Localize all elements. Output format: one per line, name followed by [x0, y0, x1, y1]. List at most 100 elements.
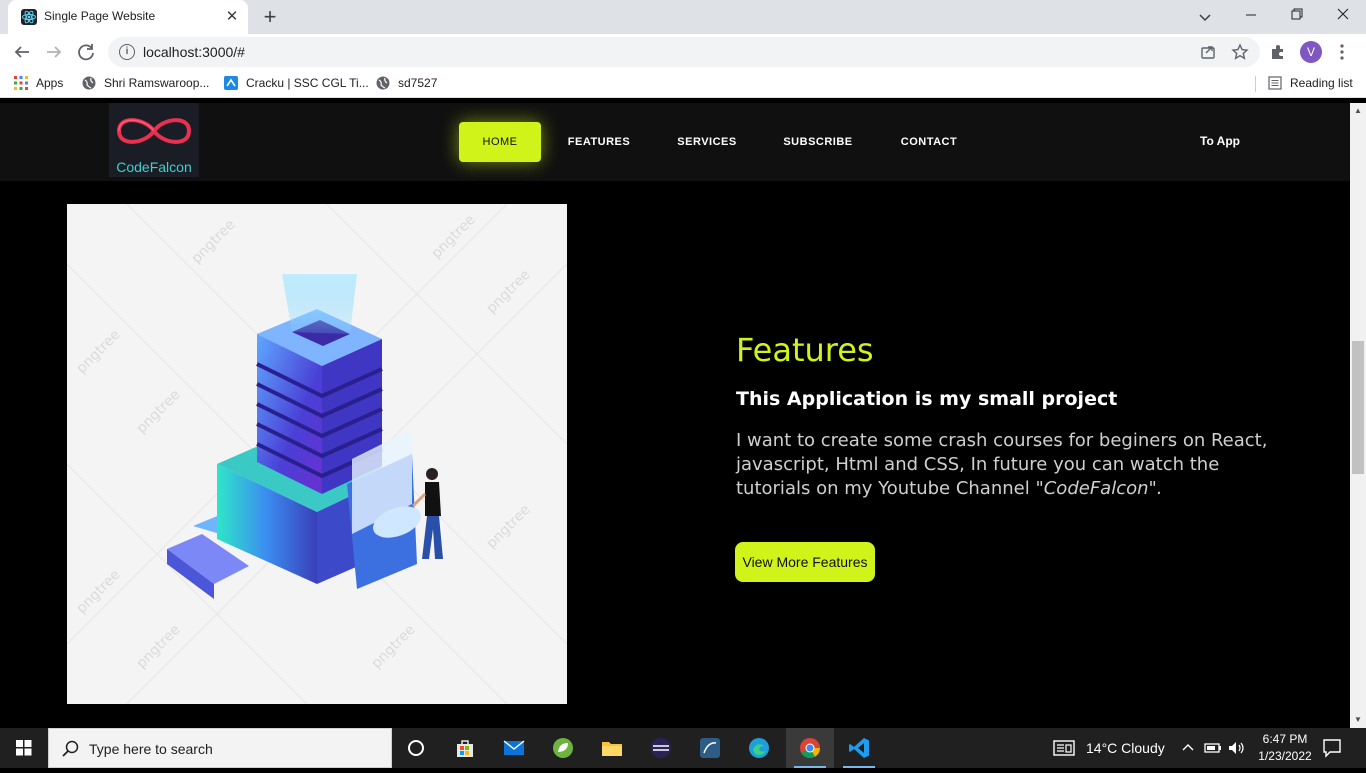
- features-description: I want to create some crash courses for …: [736, 429, 1296, 501]
- globe-icon: [376, 76, 390, 90]
- reading-list-icon: [1268, 76, 1282, 90]
- tab-search-chevron-icon[interactable]: [1195, 7, 1215, 27]
- scroll-down-icon[interactable]: ▼: [1350, 712, 1366, 728]
- cortana-circle-icon: [405, 737, 427, 759]
- cracku-icon: [224, 76, 238, 90]
- bookmark-cracku[interactable]: Cracku | SSC CGL Ti...: [224, 76, 369, 90]
- features-illustration: pngtree pngtree pngtree pngtree pngtree …: [67, 204, 567, 704]
- codefalcon-logo[interactable]: CodeFalcon: [109, 103, 199, 177]
- nav-home[interactable]: HOME: [459, 122, 541, 162]
- infinity-logo-icon: [116, 118, 192, 144]
- bookmark-label: Apps: [36, 76, 64, 90]
- watermark-text: pngtree: [429, 212, 479, 262]
- watermark-text: pngtree: [189, 217, 239, 267]
- weather-icon[interactable]: [1052, 738, 1076, 758]
- taskbar-mail[interactable]: [490, 728, 538, 768]
- scroll-up-icon[interactable]: ▲: [1350, 103, 1366, 119]
- bookmarks-divider: [1255, 76, 1256, 92]
- logo-text: CodeFalcon: [116, 159, 192, 175]
- back-button[interactable]: [8, 38, 36, 66]
- nav-subscribe[interactable]: SUBSCRIBE: [781, 122, 855, 162]
- windows-taskbar: Type here to search 14°C Cloudy 6:47 PM …: [0, 728, 1366, 768]
- taskbar-clock[interactable]: 6:47 PM 1/23/2022: [1255, 731, 1315, 765]
- nav-contact[interactable]: CONTACT: [896, 122, 962, 162]
- nav-services[interactable]: SERVICES: [672, 122, 742, 162]
- browser-tab[interactable]: Single Page Website ✕: [8, 0, 248, 34]
- windows-logo-icon: [16, 740, 32, 756]
- channel-name: "CodeFalcon".: [1035, 478, 1163, 499]
- task-view-button[interactable]: [392, 728, 440, 768]
- tray-chevron-icon[interactable]: [1180, 740, 1196, 756]
- taskbar-eclipse[interactable]: [637, 728, 685, 768]
- taskbar-spring-tools[interactable]: [539, 728, 587, 768]
- battery-icon[interactable]: [1203, 740, 1223, 756]
- notifications-icon[interactable]: [1320, 738, 1344, 758]
- bookmark-star-icon[interactable]: [1230, 42, 1250, 62]
- folder-icon: [601, 737, 623, 759]
- minimize-button[interactable]: [1228, 0, 1274, 32]
- eclipse-icon: [650, 737, 672, 759]
- apps-grid-icon: [14, 76, 28, 90]
- reading-list-label: Reading list: [1290, 76, 1353, 90]
- bookmark-apps[interactable]: Apps: [14, 76, 63, 90]
- chrome-menu-icon[interactable]: [1334, 41, 1350, 63]
- clock-date: 1/23/2022: [1258, 749, 1312, 763]
- store-bag-icon: [454, 737, 476, 759]
- reading-list-button[interactable]: Reading list: [1268, 76, 1353, 90]
- watermark-text: pngtree: [74, 567, 124, 617]
- restore-button[interactable]: [1274, 0, 1320, 32]
- description-text: I want to create some crash courses for …: [736, 430, 1268, 499]
- taskbar-chrome[interactable]: [786, 728, 834, 768]
- watermark-text: pngtree: [484, 267, 534, 317]
- tab-title: Single Page Website: [44, 9, 156, 23]
- page-scrollbar[interactable]: ▲ ▼: [1350, 103, 1366, 728]
- forward-button[interactable]: [40, 38, 68, 66]
- clock-time: 6:47 PM: [1262, 732, 1308, 746]
- taskbar-file-explorer[interactable]: [588, 728, 636, 768]
- search-placeholder: Type here to search: [89, 741, 213, 757]
- scroll-thumb[interactable]: [1352, 341, 1364, 474]
- to-app-link[interactable]: To App: [1200, 134, 1240, 148]
- features-subheading: This Application is my small project: [736, 388, 1118, 410]
- bookmark-label: sd7527: [398, 76, 438, 90]
- nav-features[interactable]: FEATURES: [564, 122, 634, 162]
- bookmark-label: Cracku | SSC CGL Ti...: [246, 76, 369, 90]
- search-icon: [61, 739, 81, 759]
- tab-close-icon[interactable]: ✕: [222, 7, 242, 27]
- taskbar-search-input[interactable]: Type here to search: [48, 728, 392, 768]
- mail-icon: [503, 737, 525, 759]
- bookmark-shri-ramswaroop[interactable]: Shri Ramswaroop...: [82, 76, 209, 90]
- chrome-icon: [799, 737, 821, 759]
- site-info-icon[interactable]: i: [119, 44, 135, 60]
- profile-avatar[interactable]: V: [1300, 41, 1322, 63]
- taskbar-mysql-workbench[interactable]: [686, 728, 734, 768]
- watermark-text: pngtree: [484, 502, 534, 552]
- reload-button[interactable]: [72, 38, 100, 66]
- site-navbar: CodeFalcon HOME FEATURES SERVICES SUBSCR…: [0, 103, 1350, 181]
- url-text[interactable]: localhost:3000/#: [143, 44, 245, 60]
- address-bar[interactable]: i localhost:3000/#: [108, 37, 1260, 67]
- mysql-workbench-icon: [699, 737, 721, 759]
- close-window-button[interactable]: [1320, 0, 1366, 32]
- view-more-features-button[interactable]: View More Features: [735, 542, 875, 582]
- taskbar-edge[interactable]: [735, 728, 783, 768]
- start-button[interactable]: [0, 728, 48, 768]
- edge-icon: [748, 737, 770, 759]
- browser-toolbar: i localhost:3000/# V: [0, 34, 1366, 70]
- volume-icon[interactable]: [1227, 740, 1247, 756]
- web-page: CodeFalcon HOME FEATURES SERVICES SUBSCR…: [0, 103, 1350, 728]
- bookmark-sd7527[interactable]: sd7527: [376, 76, 437, 90]
- new-tab-button[interactable]: +: [258, 5, 282, 29]
- extensions-puzzle-icon[interactable]: [1268, 42, 1288, 62]
- bookmarks-bar: Apps Shri Ramswaroop... Cracku | SSC CGL…: [0, 70, 1366, 98]
- watermark-text: pngtree: [134, 387, 184, 437]
- share-icon[interactable]: [1198, 42, 1218, 62]
- leaf-icon: [552, 737, 574, 759]
- watermark-text: pngtree: [74, 327, 124, 377]
- taskbar-store[interactable]: [441, 728, 489, 768]
- browser-tab-strip: Single Page Website ✕ +: [0, 0, 1366, 34]
- weather-text[interactable]: 14°C Cloudy: [1086, 740, 1165, 756]
- watermark-text: pngtree: [369, 622, 419, 672]
- taskbar-vscode[interactable]: [835, 728, 883, 768]
- vscode-icon: [848, 737, 870, 759]
